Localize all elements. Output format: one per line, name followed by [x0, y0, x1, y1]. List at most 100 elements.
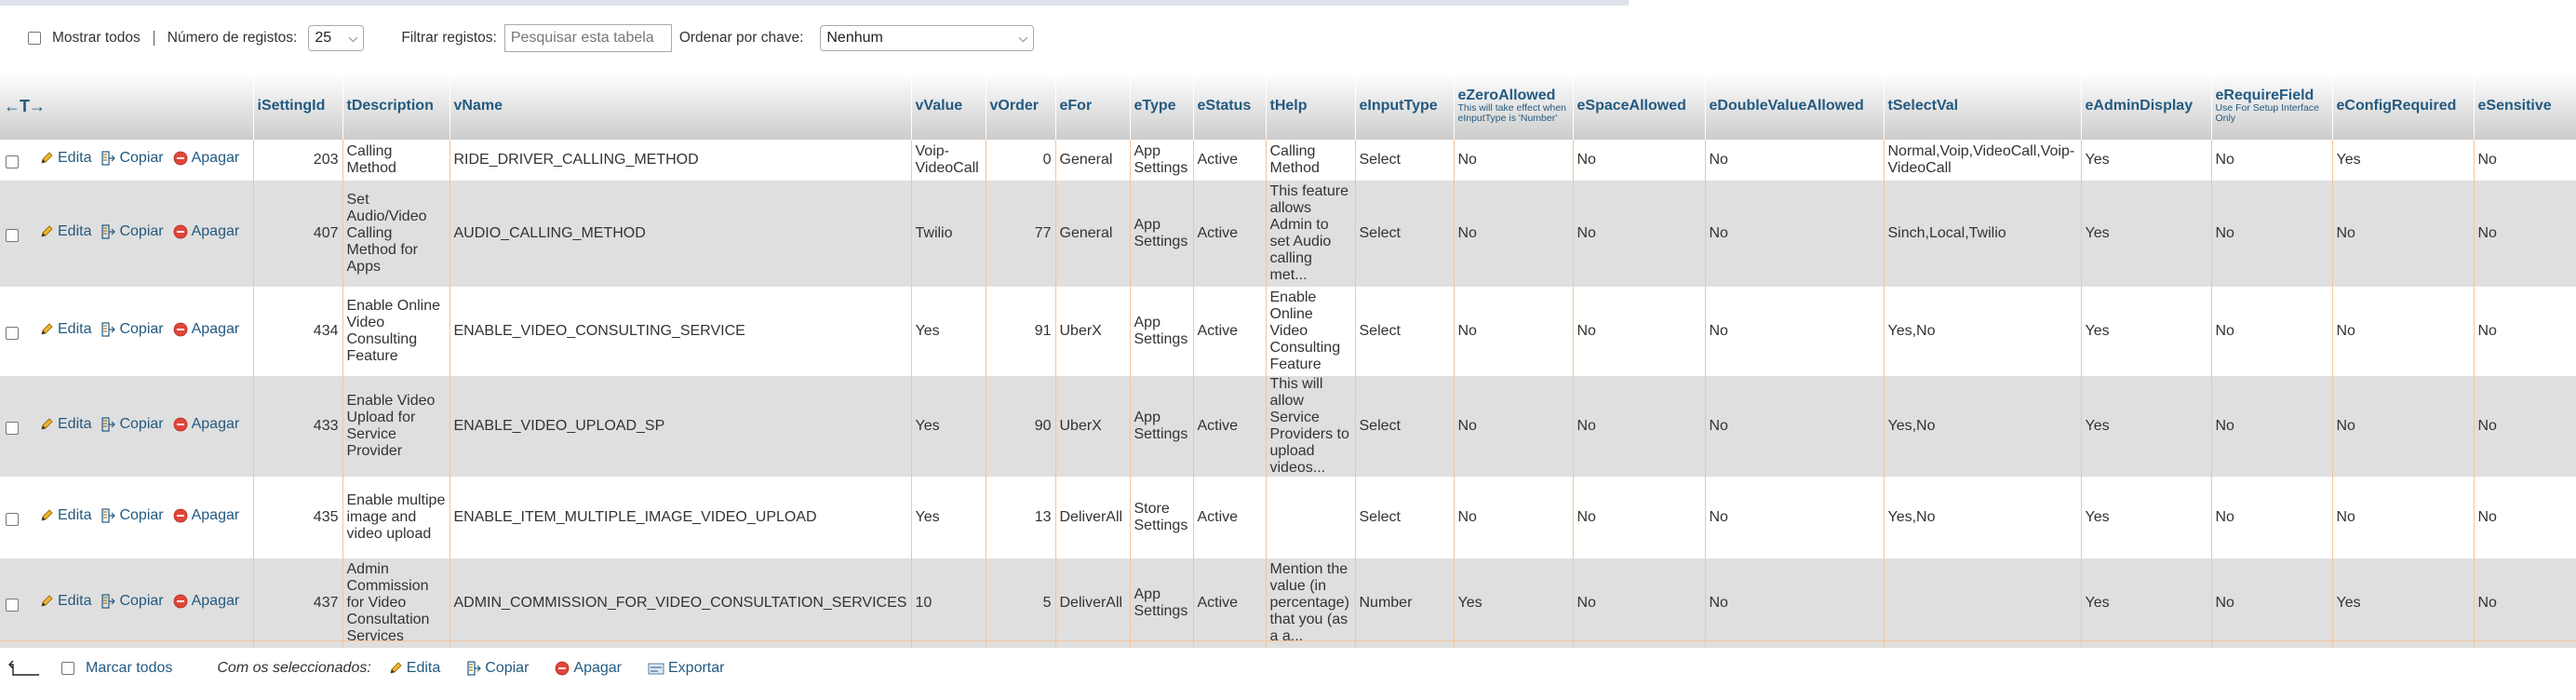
cell-isettingid[interactable]: 407: [253, 181, 343, 287]
cell-vname[interactable]: ENABLE_ITEM_MULTIPLE_IMAGE_VIDEO_UPLOAD: [449, 477, 912, 559]
cell-erequirefield[interactable]: No: [2211, 140, 2333, 181]
edit-button[interactable]: Edita: [39, 150, 91, 167]
row-checkbox[interactable]: [6, 228, 19, 242]
header-isettingid[interactable]: iSettingId: [253, 73, 343, 140]
row-checkbox[interactable]: [6, 598, 19, 612]
cell-efor[interactable]: General: [1055, 140, 1131, 181]
cell-econfigrequired[interactable]: No: [2332, 181, 2475, 287]
cell-ezeroallowed[interactable]: No: [1454, 376, 1574, 477]
cell-isettingid[interactable]: 434: [253, 287, 343, 376]
cell-tselectval[interactable]: [1884, 559, 2082, 648]
cell-isettingid[interactable]: 437: [253, 559, 343, 648]
cell-etype[interactable]: App Settings: [1130, 140, 1194, 181]
cell-einputtype[interactable]: Select: [1355, 287, 1455, 376]
cell-tselectval[interactable]: Yes,No: [1884, 376, 2082, 477]
cell-vorder[interactable]: 5: [986, 559, 1056, 648]
cell-vvalue[interactable]: Voip-VideoCall: [911, 140, 986, 181]
cell-ezeroallowed[interactable]: No: [1454, 477, 1574, 559]
cell-tdescription[interactable]: Enable Video Upload for Service Provider: [342, 376, 450, 477]
bulk-edit-button[interactable]: Edita: [388, 660, 440, 677]
cell-vvalue[interactable]: Yes: [911, 477, 986, 559]
filter-input[interactable]: Pesquisar esta tabela: [503, 24, 672, 52]
cell-vorder[interactable]: 77: [986, 181, 1056, 287]
row-checkbox[interactable]: [6, 421, 19, 435]
cell-eadmindisplay[interactable]: Yes: [2081, 376, 2212, 477]
cell-tdescription[interactable]: Set Audio/Video Calling Method for Apps: [342, 181, 450, 287]
cell-ezeroallowed[interactable]: Yes: [1454, 559, 1574, 648]
cell-einputtype[interactable]: Select: [1355, 376, 1455, 477]
show-all-checkbox[interactable]: [28, 32, 41, 45]
copy-button[interactable]: Copiar: [101, 321, 164, 338]
cell-edoublevalueallowed[interactable]: No: [1705, 559, 1885, 648]
cell-edoublevalueallowed[interactable]: No: [1705, 287, 1885, 376]
cell-estatus[interactable]: Active: [1193, 181, 1267, 287]
cell-tdescription[interactable]: Calling Method: [342, 140, 450, 181]
copy-button[interactable]: Copiar: [101, 223, 164, 240]
cell-estatus[interactable]: Active: [1193, 559, 1267, 648]
cell-tselectval[interactable]: Sinch,Local,Twilio: [1884, 181, 2082, 287]
cell-vvalue[interactable]: Yes: [911, 287, 986, 376]
delete-button[interactable]: Apagar: [173, 507, 239, 524]
cell-einputtype[interactable]: Select: [1355, 181, 1455, 287]
cell-espaceallowed[interactable]: No: [1573, 376, 1706, 477]
header-efor[interactable]: eFor: [1055, 73, 1131, 140]
cell-esensitive[interactable]: No: [2474, 287, 2576, 376]
cell-etype[interactable]: App Settings: [1130, 376, 1194, 477]
header-esensitive[interactable]: eSensitive: [2474, 73, 2576, 140]
cell-erequirefield[interactable]: No: [2211, 376, 2333, 477]
copy-button[interactable]: Copiar: [101, 150, 164, 167]
cell-einputtype[interactable]: Number: [1355, 559, 1455, 648]
check-all-checkbox[interactable]: [61, 662, 74, 675]
cell-vorder[interactable]: 90: [986, 376, 1056, 477]
cell-esensitive[interactable]: No: [2474, 477, 2576, 559]
cell-erequirefield[interactable]: No: [2211, 477, 2333, 559]
cell-esensitive[interactable]: No: [2474, 376, 2576, 477]
edit-button[interactable]: Edita: [39, 593, 91, 610]
row-checkbox[interactable]: [6, 326, 19, 340]
cell-thelp[interactable]: [1266, 477, 1356, 559]
delete-button[interactable]: Apagar: [173, 593, 239, 610]
row-checkbox[interactable]: [6, 512, 19, 526]
cell-estatus[interactable]: Active: [1193, 140, 1267, 181]
cell-efor[interactable]: UberX: [1055, 376, 1131, 477]
cell-efor[interactable]: DeliverAll: [1055, 477, 1131, 559]
cell-erequirefield[interactable]: No: [2211, 559, 2333, 648]
cell-thelp[interactable]: This will allow Service Providers to upl…: [1266, 376, 1356, 477]
cell-ezeroallowed[interactable]: No: [1454, 287, 1574, 376]
cell-eadmindisplay[interactable]: Yes: [2081, 140, 2212, 181]
cell-vname[interactable]: ENABLE_VIDEO_CONSULTING_SERVICE: [449, 287, 912, 376]
cell-vorder[interactable]: 13: [986, 477, 1056, 559]
header-ezeroallowed[interactable]: eZeroAllowed This will take effect when …: [1454, 73, 1574, 140]
header-edoublevalueallowed[interactable]: eDoubleValueAllowed: [1705, 73, 1885, 140]
copy-button[interactable]: Copiar: [101, 593, 164, 610]
delete-button[interactable]: Apagar: [173, 321, 239, 338]
cell-etype[interactable]: App Settings: [1130, 559, 1194, 648]
cell-vname[interactable]: RIDE_DRIVER_CALLING_METHOD: [449, 140, 912, 181]
cell-eadmindisplay[interactable]: Yes: [2081, 287, 2212, 376]
cell-vname[interactable]: ADMIN_COMMISSION_FOR_VIDEO_CONSULTATION_…: [449, 559, 912, 648]
cell-estatus[interactable]: Active: [1193, 287, 1267, 376]
cell-erequirefield[interactable]: No: [2211, 181, 2333, 287]
bulk-export-button[interactable]: Exportar: [648, 660, 724, 677]
cell-thelp[interactable]: Enable Online Video Consulting Feature: [1266, 287, 1356, 376]
cell-tdescription[interactable]: Admin Commission for Video Consultation …: [342, 559, 450, 648]
header-thelp[interactable]: tHelp: [1266, 73, 1356, 140]
cell-tdescription[interactable]: Enable multipe image and video upload: [342, 477, 450, 559]
cell-edoublevalueallowed[interactable]: No: [1705, 477, 1885, 559]
cell-vname[interactable]: ENABLE_VIDEO_UPLOAD_SP: [449, 376, 912, 477]
cell-eadmindisplay[interactable]: Yes: [2081, 477, 2212, 559]
cell-efor[interactable]: DeliverAll: [1055, 559, 1131, 648]
cell-vvalue[interactable]: 10: [911, 559, 986, 648]
cell-vorder[interactable]: 0: [986, 140, 1056, 181]
header-tdescription[interactable]: tDescription: [342, 73, 450, 140]
cell-econfigrequired[interactable]: Yes: [2332, 559, 2475, 648]
cell-isettingid[interactable]: 433: [253, 376, 343, 477]
cell-espaceallowed[interactable]: No: [1573, 477, 1706, 559]
cell-etype[interactable]: App Settings: [1130, 181, 1194, 287]
bulk-copy-button[interactable]: Copiar: [466, 660, 529, 677]
cell-espaceallowed[interactable]: No: [1573, 559, 1706, 648]
cell-edoublevalueallowed[interactable]: No: [1705, 140, 1885, 181]
cell-etype[interactable]: Store Settings: [1130, 477, 1194, 559]
cell-econfigrequired[interactable]: Yes: [2332, 140, 2475, 181]
header-vvalue[interactable]: vValue: [911, 73, 986, 140]
